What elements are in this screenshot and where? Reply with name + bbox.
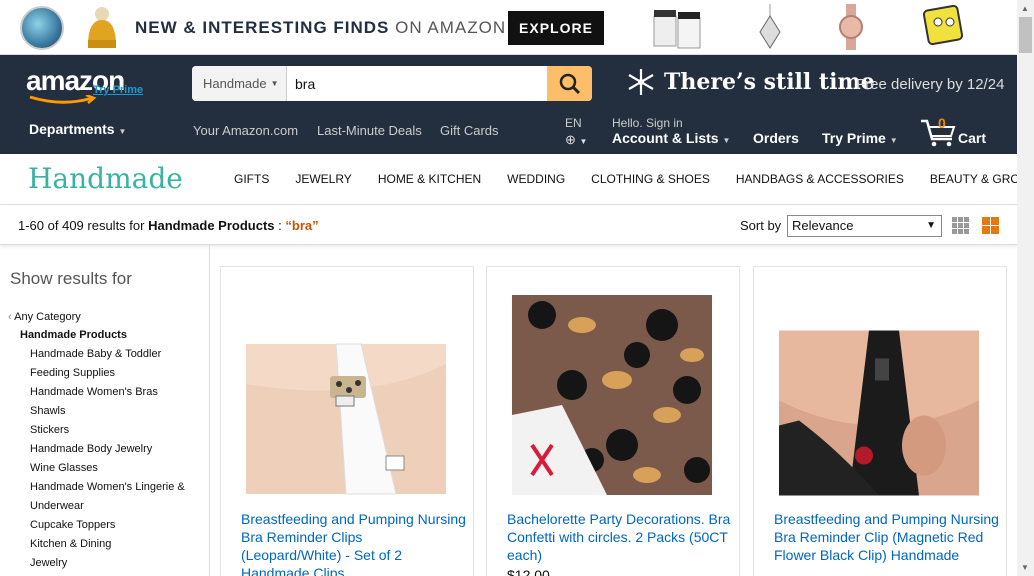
nav-link-last-minute-deals[interactable]: Last-Minute Deals: [317, 123, 422, 138]
caret-down-icon: ▼: [579, 137, 588, 146]
try-prime-link[interactable]: Try Prime: [93, 84, 143, 96]
handmade-nav: GIFTS JEWELRY HOME & KITCHEN WEDDING CLO…: [234, 172, 1034, 186]
product-card[interactable]: Breastfeeding and Pumping Nursing Bra Re…: [220, 266, 474, 576]
results-count: 1-60 of 409 results for Handmade Product…: [18, 218, 319, 233]
caret-down-icon: ▼: [926, 220, 936, 231]
handmade-nav-wedding[interactable]: WEDDING: [507, 172, 565, 186]
search-bar: Handmade ▼ bra: [192, 66, 592, 101]
snowflake-icon: [628, 69, 654, 95]
handmade-nav-handbags[interactable]: HANDBAGS & ACCESSORIES: [736, 172, 904, 186]
search-icon: [559, 73, 580, 94]
globe-icon: ⊕: [565, 132, 576, 147]
results-bar: 1-60 of 409 results for Handmade Product…: [0, 205, 1017, 245]
sidebar-item[interactable]: Underwear: [30, 500, 84, 512]
sidebar-heading: Show results for: [10, 269, 132, 288]
amazon-search-page: NEW & INTERESTING FINDS ON AMAZON EXPLOR…: [0, 0, 1034, 576]
sort-label: Sort by: [740, 218, 782, 233]
sidebar-item[interactable]: Kitchen & Dining: [30, 538, 111, 550]
explore-button[interactable]: EXPLORE: [508, 11, 604, 45]
promo-product-candle[interactable]: [652, 4, 702, 50]
cart-button[interactable]: 0 Cart: [920, 115, 1000, 149]
product-title[interactable]: Breastfeeding and Pumping Nursing Bra Re…: [774, 510, 999, 564]
cart-label: Cart: [958, 130, 987, 146]
sidebar-item[interactable]: Handmade Body Jewelry: [30, 443, 152, 455]
product-price: $12.00: [507, 567, 550, 576]
sidebar-item[interactable]: Stickers: [30, 424, 69, 436]
sidebar-item[interactable]: Cupcake Toppers: [30, 519, 115, 531]
sidebar-handmade-products[interactable]: Handmade Products: [20, 329, 127, 341]
handmade-nav-jewelry[interactable]: JEWELRY: [295, 172, 351, 186]
sidebar-item[interactable]: Feeding Supplies: [30, 367, 115, 379]
nav-link-your-amazon[interactable]: Your Amazon.com: [193, 123, 298, 138]
handmade-nav-clothing-shoes[interactable]: CLOTHING & SHOES: [591, 172, 710, 186]
promo-product-watch[interactable]: [836, 4, 866, 50]
product-title[interactable]: Breastfeeding and Pumping Nursing Bra Re…: [241, 510, 466, 576]
sidebar-item[interactable]: Handmade Women's Bras: [30, 386, 158, 398]
promo-banner[interactable]: NEW & INTERESTING FINDS ON AMAZON EXPLOR…: [0, 0, 1017, 55]
language-selector[interactable]: EN ⊕ ▼: [565, 116, 587, 148]
caret-down-icon: ▼: [889, 136, 898, 145]
cart-count: 0: [938, 115, 946, 131]
free-delivery-text: Free delivery by 12/24: [856, 76, 1005, 93]
sidebar-item[interactable]: Wine Glasses: [30, 462, 98, 474]
orders-link[interactable]: Orders: [753, 130, 799, 146]
search-button[interactable]: [547, 66, 592, 101]
promo-product-pin[interactable]: [918, 4, 970, 50]
sidebar-any-category[interactable]: ‹ Any Category: [8, 311, 81, 323]
search-dept-select[interactable]: Handmade ▼: [192, 66, 287, 101]
product-image[interactable]: [246, 319, 446, 519]
amazon-smile-icon: [29, 95, 97, 104]
caret-down-icon: ▼: [270, 79, 279, 88]
sort-select[interactable]: Relevance ▼: [787, 215, 942, 237]
caret-down-icon: ▼: [722, 136, 731, 145]
scroll-thumb[interactable]: [1019, 17, 1032, 53]
sidebar-item[interactable]: Handmade Baby & Toddler: [30, 348, 161, 360]
sidebar-item[interactable]: Shawls: [30, 405, 65, 417]
promo-product-hat[interactable]: [84, 6, 120, 50]
promo-headline: NEW & INTERESTING FINDS ON AMAZON: [135, 18, 507, 37]
account-menu[interactable]: Hello. Sign in Account & Lists ▼: [612, 116, 730, 146]
page-scrollbar[interactable]: ▲ ▼: [1017, 0, 1034, 576]
category-sidebar: Show results for ‹ Any Category Handmade…: [0, 245, 210, 576]
scroll-up-icon[interactable]: ▲: [1021, 4, 1029, 13]
product-title[interactable]: Bachelorette Party Decorations. Bra Conf…: [507, 510, 732, 564]
product-card[interactable]: Breastfeeding and Pumping Nursing Bra Re…: [753, 266, 1007, 576]
sidebar-item[interactable]: Handmade Women's Lingerie &: [30, 481, 185, 493]
departments-menu[interactable]: Departments ▼: [29, 121, 126, 137]
product-image[interactable]: [779, 313, 979, 513]
nav-header: amazon Try Prime Handmade ▼ bra There’s …: [0, 55, 1017, 154]
promo-product-pendant[interactable]: [756, 4, 784, 50]
chevron-left-icon: ‹: [8, 311, 12, 323]
handmade-nav-home-kitchen[interactable]: HOME & KITCHEN: [378, 172, 481, 186]
grid-view-icon[interactable]: [952, 217, 969, 234]
scroll-down-icon[interactable]: ▼: [1021, 563, 1029, 572]
gallery-view-icon[interactable]: [982, 217, 999, 234]
product-image[interactable]: [512, 295, 712, 495]
promo-product-ornament[interactable]: [20, 6, 64, 50]
caret-down-icon: ▼: [118, 127, 127, 136]
handmade-logo[interactable]: Handmade: [28, 162, 183, 195]
nav-link-gift-cards[interactable]: Gift Cards: [440, 123, 499, 138]
handmade-bar: Handmade GIFTS JEWELRY HOME & KITCHEN WE…: [0, 154, 1028, 205]
search-input[interactable]: bra: [287, 66, 547, 101]
holiday-banner[interactable]: There’s still time: [626, 67, 875, 97]
handmade-nav-gifts[interactable]: GIFTS: [234, 172, 269, 186]
try-prime-menu[interactable]: Try Prime ▼: [822, 130, 898, 146]
sidebar-item[interactable]: Jewelry: [30, 557, 67, 569]
product-card[interactable]: Bachelorette Party Decorations. Bra Conf…: [486, 266, 740, 576]
handmade-nav-beauty[interactable]: BEAUTY & GROC: [930, 172, 1028, 186]
